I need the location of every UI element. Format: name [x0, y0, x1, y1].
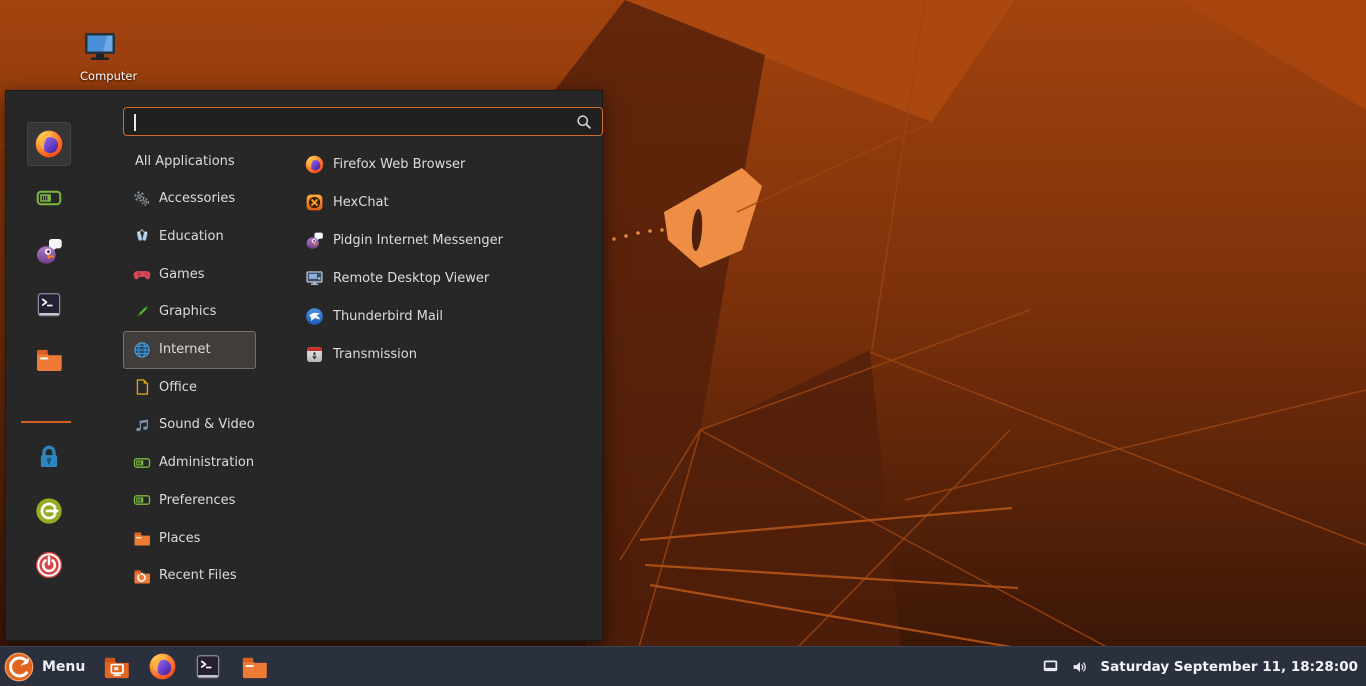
- files-folder-icon: [239, 651, 270, 682]
- document-icon: [132, 377, 152, 397]
- app-label: Remote Desktop Viewer: [333, 271, 489, 286]
- category-places[interactable]: Places: [123, 519, 256, 557]
- transmission-icon: [304, 344, 325, 365]
- recent-folder-icon: [132, 566, 152, 586]
- app-firefox-web-browser[interactable]: Firefox Web Browser: [292, 145, 604, 183]
- gamepad-icon: [132, 264, 152, 284]
- pidgin-icon: [33, 235, 65, 267]
- category-label: Places: [159, 531, 200, 546]
- switch-icon: [132, 453, 152, 473]
- bottom-panel: Menu Saturday September 11, 18:28:00: [0, 646, 1366, 686]
- category-administration[interactable]: Administration: [123, 444, 256, 482]
- shutdown-button[interactable]: [27, 543, 71, 587]
- category-label: Sound & Video: [159, 417, 255, 432]
- favorite-files-button[interactable]: [27, 337, 71, 381]
- volume-icon[interactable]: [1070, 658, 1090, 676]
- app-label: Thunderbird Mail: [333, 309, 443, 324]
- app-label: Firefox Web Browser: [333, 157, 465, 172]
- text-cursor: [134, 114, 136, 131]
- favorite-software-switcher-button[interactable]: [27, 176, 71, 220]
- computer-monitor-icon: [82, 32, 118, 62]
- distro-logo-icon: [4, 652, 34, 682]
- panel-clock[interactable]: Saturday September 11, 18:28:00: [1100, 659, 1358, 675]
- hexchat-icon: [304, 192, 325, 213]
- firefox-icon: [147, 651, 178, 682]
- category-label: Recent Files: [159, 568, 237, 583]
- category-games[interactable]: Games: [123, 255, 256, 293]
- app-remote-desktop-viewer[interactable]: Remote Desktop Viewer: [292, 259, 604, 297]
- search-icon-slot: [574, 112, 602, 132]
- lock-screen-icon: [34, 442, 64, 472]
- display-icon[interactable]: [1041, 658, 1060, 675]
- launcher-terminal[interactable]: [191, 650, 225, 684]
- app-label: Transmission: [333, 347, 417, 362]
- terminal-icon: [193, 652, 223, 682]
- app-thunderbird-mail[interactable]: Thunderbird Mail: [292, 297, 604, 335]
- search-input[interactable]: [124, 108, 574, 135]
- folder-icon: [132, 528, 152, 548]
- switch-icon: [132, 490, 152, 510]
- category-internet[interactable]: Internet: [123, 331, 256, 369]
- category-sound-video[interactable]: Sound & Video: [123, 406, 256, 444]
- app-hexchat[interactable]: HexChat: [292, 183, 604, 221]
- logout-button[interactable]: [27, 489, 71, 533]
- application-menu-popup: All Applications Accessories Education G…: [5, 90, 603, 641]
- music-note-icon: [132, 415, 152, 435]
- gears-icon: [132, 189, 152, 209]
- pen-icon: [132, 302, 152, 322]
- category-label: Office: [159, 380, 197, 395]
- favorite-firefox-button[interactable]: [27, 122, 71, 166]
- globe-icon: [132, 340, 152, 360]
- category-preferences[interactable]: Preferences: [123, 481, 256, 519]
- category-office[interactable]: Office: [123, 368, 256, 406]
- computer-desktop-icon[interactable]: Computer: [80, 32, 120, 83]
- shutdown-icon: [33, 549, 65, 581]
- launcher-desktop-folder[interactable]: [99, 650, 133, 684]
- category-all-applications[interactable]: All Applications: [123, 142, 256, 180]
- firefox-icon: [304, 154, 325, 175]
- category-label: Games: [159, 267, 204, 282]
- category-label: Education: [159, 229, 224, 244]
- category-accessories[interactable]: Accessories: [123, 180, 256, 218]
- launcher-firefox[interactable]: [145, 650, 179, 684]
- category-label: Internet: [159, 342, 211, 357]
- menu-button[interactable]: Menu: [0, 647, 91, 686]
- computer-desktop-icon-label: Computer: [80, 69, 120, 83]
- logout-icon: [33, 495, 65, 527]
- terminal-icon: [34, 290, 64, 320]
- category-label: Accessories: [159, 191, 235, 206]
- favorites-divider: [21, 421, 71, 423]
- launcher-files[interactable]: [237, 650, 271, 684]
- search-icon: [574, 112, 594, 132]
- app-pidgin-internet-messenger[interactable]: Pidgin Internet Messenger: [292, 221, 604, 259]
- desktop-folder-icon: [101, 651, 132, 682]
- panel-tray: Saturday September 11, 18:28:00: [1041, 647, 1366, 686]
- firefox-icon: [33, 128, 65, 160]
- menu-search-box: [123, 107, 603, 136]
- app-label: HexChat: [333, 195, 389, 210]
- category-education[interactable]: Education: [123, 217, 256, 255]
- category-recent-files[interactable]: Recent Files: [123, 557, 256, 595]
- category-graphics[interactable]: Graphics: [123, 293, 256, 331]
- thunderbird-icon: [304, 306, 325, 327]
- favorites-sidebar: [6, 91, 88, 640]
- category-label: Preferences: [159, 493, 235, 508]
- category-label: Administration: [159, 455, 254, 470]
- category-label: Graphics: [159, 304, 216, 319]
- favorite-pidgin-button[interactable]: [27, 229, 71, 273]
- remote-desktop-icon: [304, 268, 325, 289]
- pidgin-icon: [304, 230, 325, 251]
- software-switcher-icon: [34, 183, 64, 213]
- education-icon: [132, 226, 152, 246]
- favorite-terminal-button[interactable]: [27, 283, 71, 327]
- files-folder-icon: [33, 343, 65, 375]
- lock-screen-button[interactable]: [27, 435, 71, 479]
- category-label: All Applications: [135, 154, 235, 169]
- app-transmission[interactable]: Transmission: [292, 335, 604, 373]
- menu-button-label: Menu: [42, 659, 85, 675]
- app-label: Pidgin Internet Messenger: [333, 233, 503, 248]
